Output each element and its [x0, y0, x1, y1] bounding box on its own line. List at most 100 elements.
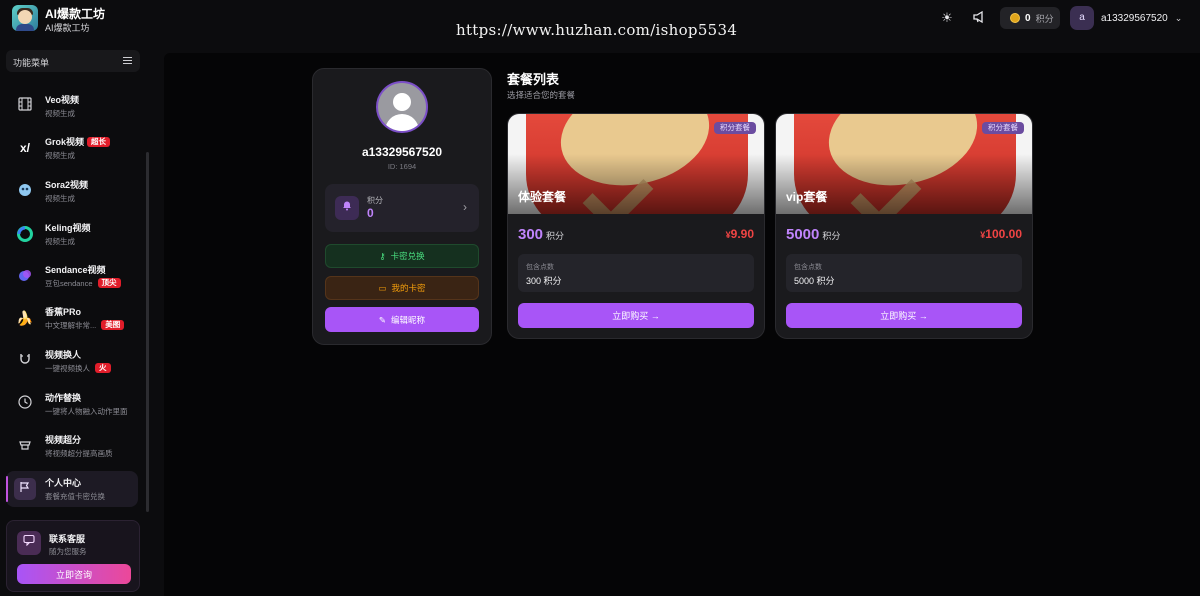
coin-icon — [1010, 13, 1020, 23]
card-icon: ▭ — [378, 283, 387, 293]
profile-username: a13329567520 — [361, 145, 443, 159]
sidebar-item-motion-replace[interactable]: 动作替换 一键将人物融入动作里面 — [6, 386, 138, 422]
sidebar-item-sub: 视频生成 — [45, 194, 75, 203]
points-pill[interactable]: 0 积分 — [1000, 7, 1060, 29]
profile-card: a13329567520 ID: 1694 积分 0 › ⚷ 卡密兑换 ▭ 我的卡密… — [312, 68, 492, 345]
points-label: 积分 — [367, 196, 383, 205]
profile-id: ID: 1694 — [387, 162, 417, 171]
sidebar-item-title: Grok视频 超长 — [45, 135, 111, 148]
sidebar-item-sub: 视频生成 — [45, 237, 75, 246]
package-includes: 包含点数 300 积分 — [518, 254, 754, 292]
package-points: 5000 积分 — [786, 226, 841, 243]
sidebar-item-title: 视频换人 — [45, 350, 82, 360]
package-includes: 包含点数 5000 积分 — [786, 254, 1022, 292]
package-name: 体验套餐 — [518, 190, 567, 204]
sidebar-item-keling[interactable]: Keling视频 视频生成 — [6, 216, 138, 252]
app-subtitle: AI爆款工坊 — [45, 23, 90, 33]
package-price: ¥9.90 — [725, 227, 754, 241]
sidebar-item-sub: 豆包sendance 顶尖 — [45, 278, 121, 289]
sidebar-item-sub: 将视频超分提高画质 — [45, 449, 113, 458]
my-cards-button[interactable]: ▭ 我的卡密 — [325, 276, 479, 300]
sidebar-item-title: Keling视频 — [45, 223, 91, 233]
sidebar-item-banana-pro[interactable]: 🍌 香蕉PRo 中文理解非常... 美图 — [6, 300, 138, 336]
package-price: ¥100.00 — [980, 227, 1022, 241]
magnet-icon — [16, 352, 34, 370]
package-tag: 积分套餐 — [982, 122, 1024, 134]
points-value: 0 — [367, 206, 374, 220]
flag-icon — [14, 478, 36, 500]
redeem-card-button[interactable]: ⚷ 卡密兑换 — [325, 244, 479, 268]
includes-label: 包含点数 — [794, 264, 822, 271]
film-grid-icon — [16, 97, 34, 115]
includes-value: 5000 积分 — [794, 276, 835, 286]
sidebar-item-title: 香蕉PRo — [45, 307, 82, 317]
sora-cloud-icon — [16, 182, 34, 200]
watermark-url: https://www.huzhan.com/ishop5534 — [456, 21, 738, 39]
sidebar-item-grok[interactable]: x/ Grok视频 超长 视频生成 — [6, 130, 138, 166]
arrow-right-icon: → — [918, 311, 928, 321]
sidebar-item-sub: 视频生成 — [45, 151, 75, 160]
packages-subtitle: 选择适合您的套餐 — [507, 90, 576, 100]
sidebar-item-sub: 一键将人物融入动作里面 — [45, 407, 128, 416]
sun-icon[interactable]: ☀ — [939, 10, 955, 26]
sidebar-item-title: 动作替换 — [45, 393, 82, 403]
sidebar-item-sub: 一键视频换人火 — [45, 363, 111, 374]
status-badge: 顶尖 — [97, 278, 121, 288]
menu-toggle-icon[interactable] — [123, 57, 132, 64]
key-icon: ⚷ — [379, 251, 386, 261]
sidebar-item-personal-center[interactable]: 个人中心 套餐充值卡密兑换 — [6, 471, 138, 507]
user-menu[interactable]: a a13329567520 ⌄ — [1070, 6, 1182, 30]
sidebar-item-sora2[interactable]: Sora2视频 视频生成 — [6, 173, 138, 209]
edit-icon: ✎ — [378, 314, 387, 325]
packages-title: 套餐列表 — [507, 72, 560, 87]
package-tag: 积分套餐 — [714, 122, 756, 134]
contact-support-card: 联系客服 随为您服务 立即咨询 — [6, 520, 140, 592]
sidebar-item-sendance[interactable]: Sendance视频 豆包sendance 顶尖 — [6, 258, 138, 294]
sidebar-item-sub: 套餐充值卡密兑换 — [45, 492, 105, 501]
bell-icon — [335, 196, 359, 220]
includes-value: 300 积分 — [526, 276, 562, 286]
sidebar-scrollbar[interactable] — [146, 152, 149, 512]
contact-title: 联系客服 — [49, 534, 86, 544]
status-badge: 火 — [95, 363, 111, 373]
menu-label: 功能菜单 — [13, 58, 50, 68]
sidebar-item-sub: 中文理解非常... 美图 — [45, 320, 125, 331]
package-points: 300 积分 — [518, 226, 565, 243]
chevron-down-icon: ⌄ — [1174, 12, 1183, 23]
sidebar-item-title: 个人中心 — [45, 478, 82, 488]
sidebar-item-sub: 视频生成 — [45, 109, 75, 118]
app-title: AI爆款工坊 — [45, 7, 106, 21]
edit-nickname-button[interactable]: ✎ 编辑昵称 — [325, 307, 479, 332]
sidebar-item-veo[interactable]: Veo视频 视频生成 — [6, 88, 138, 124]
clock-icon — [16, 395, 34, 413]
avatar: a — [1070, 6, 1094, 30]
sidebar-item-title: Sora2视频 — [45, 180, 89, 190]
package-name: vip套餐 — [786, 190, 828, 204]
arrow-right-icon: → — [650, 311, 660, 321]
contact-subtitle: 随为您服务 — [49, 547, 87, 556]
status-badge: 超长 — [87, 137, 111, 147]
banana-icon: 🍌 — [16, 310, 34, 326]
chevron-right-icon: › — [463, 200, 467, 214]
includes-label: 包含点数 — [526, 264, 554, 271]
upscale-icon — [16, 437, 34, 455]
consult-now-button[interactable]: 立即咨询 — [17, 564, 131, 584]
menu-header: 功能菜单 — [6, 50, 140, 72]
sidebar-item-title: Sendance视频 — [45, 265, 106, 275]
buy-now-button[interactable]: 立即购买 → — [786, 303, 1022, 328]
header-points-unit: 积分 — [1035, 13, 1054, 24]
bytedance-icon — [16, 267, 34, 285]
sidebar-item-upscale[interactable]: 视频超分 将视频超分提高画质 — [6, 428, 138, 464]
megaphone-icon[interactable] — [971, 10, 987, 26]
buy-now-button[interactable]: 立即购买 → — [518, 303, 754, 328]
sidebar-item-face-swap[interactable]: 视频换人 一键视频换人火 — [6, 343, 138, 379]
app-logo[interactable] — [12, 5, 38, 31]
points-summary[interactable]: 积分 0 › — [325, 184, 479, 232]
status-badge: 美图 — [101, 320, 125, 330]
profile-avatar[interactable] — [376, 81, 428, 133]
header-points-value: 0 — [1025, 12, 1031, 24]
package-card: 积分套餐 体验套餐 300 积分 ¥9.90 包含点数 300 积分 立即购买 → — [507, 113, 765, 339]
sidebar-item-title: 视频超分 — [45, 435, 82, 445]
top-header: AI爆款工坊 AI爆款工坊 https://www.huzhan.com/ish… — [0, 0, 1200, 42]
kling-swirl-icon — [16, 225, 34, 243]
